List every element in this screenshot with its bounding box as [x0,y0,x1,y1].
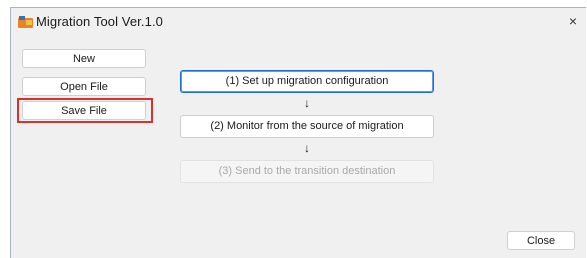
new-button[interactable]: New [22,49,146,68]
title-bar: Migration Tool Ver.1.0 × [11,8,586,37]
migration-tool-window: Migration Tool Ver.1.0 × New Open File S… [10,7,586,258]
open-file-button[interactable]: Open File [22,77,146,96]
close-icon[interactable]: × [566,12,580,30]
step-arrow-1: ↓ [304,96,310,110]
send-to-destination-button: (3) Send to the transition destination [180,160,434,183]
close-button[interactable]: Close [507,231,575,250]
setup-migration-config-button[interactable]: (1) Set up migration configuration [180,70,434,93]
step-arrow-2: ↓ [304,141,310,155]
save-file-button[interactable]: Save File [22,101,146,120]
monitor-source-button[interactable]: (2) Monitor from the source of migration [180,115,434,138]
window-title: Migration Tool Ver.1.0 [36,14,163,29]
app-logo-icon [18,16,33,28]
